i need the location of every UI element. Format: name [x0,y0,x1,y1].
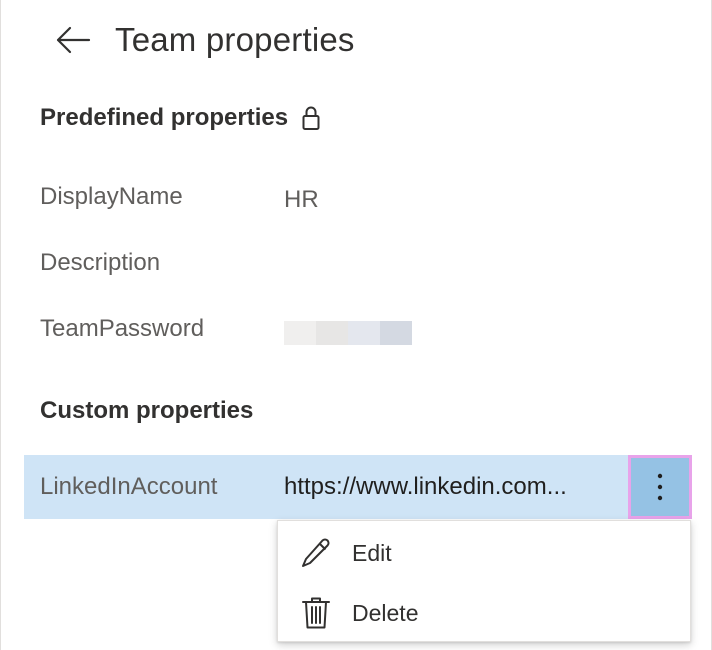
more-options-button[interactable] [628,455,692,519]
custom-properties-title: Custom properties [40,397,254,424]
trash-icon [298,595,334,631]
pencil-icon [298,535,334,571]
menu-item-delete[interactable]: Delete [278,583,690,643]
lock-icon [302,105,320,131]
menu-item-label: Edit [352,539,392,566]
arrow-left-icon [56,26,91,54]
property-row-displayname: DisplayName HR [40,179,319,215]
predefined-properties-title: Predefined properties [40,104,289,131]
custom-property-row-linkedinaccount[interactable]: LinkedInAccount https://www.linkedin.com… [24,455,628,519]
team-properties-panel: Team properties Predefined properties Di… [0,0,712,650]
page-title: Team properties [115,21,355,58]
more-vertical-icon [657,473,663,501]
panel-header: Team properties [53,18,355,62]
property-value: HR [284,186,319,213]
password-masked-value [284,320,412,345]
property-row-teampassword: TeamPassword [40,311,412,347]
property-value: https://www.linkedin.com... [284,473,567,500]
menu-item-label: Delete [352,599,419,626]
property-row-description: Description [40,245,284,281]
property-label: Description [40,249,161,276]
property-label: DisplayName [40,183,183,210]
context-menu: Edit Delete [277,520,691,642]
property-label: TeamPassword [40,315,205,342]
custom-properties-heading: Custom properties [40,397,253,425]
back-button[interactable] [53,20,93,60]
property-label: LinkedInAccount [40,473,218,500]
predefined-properties-heading: Predefined properties [40,104,320,132]
menu-item-edit[interactable]: Edit [278,523,690,583]
